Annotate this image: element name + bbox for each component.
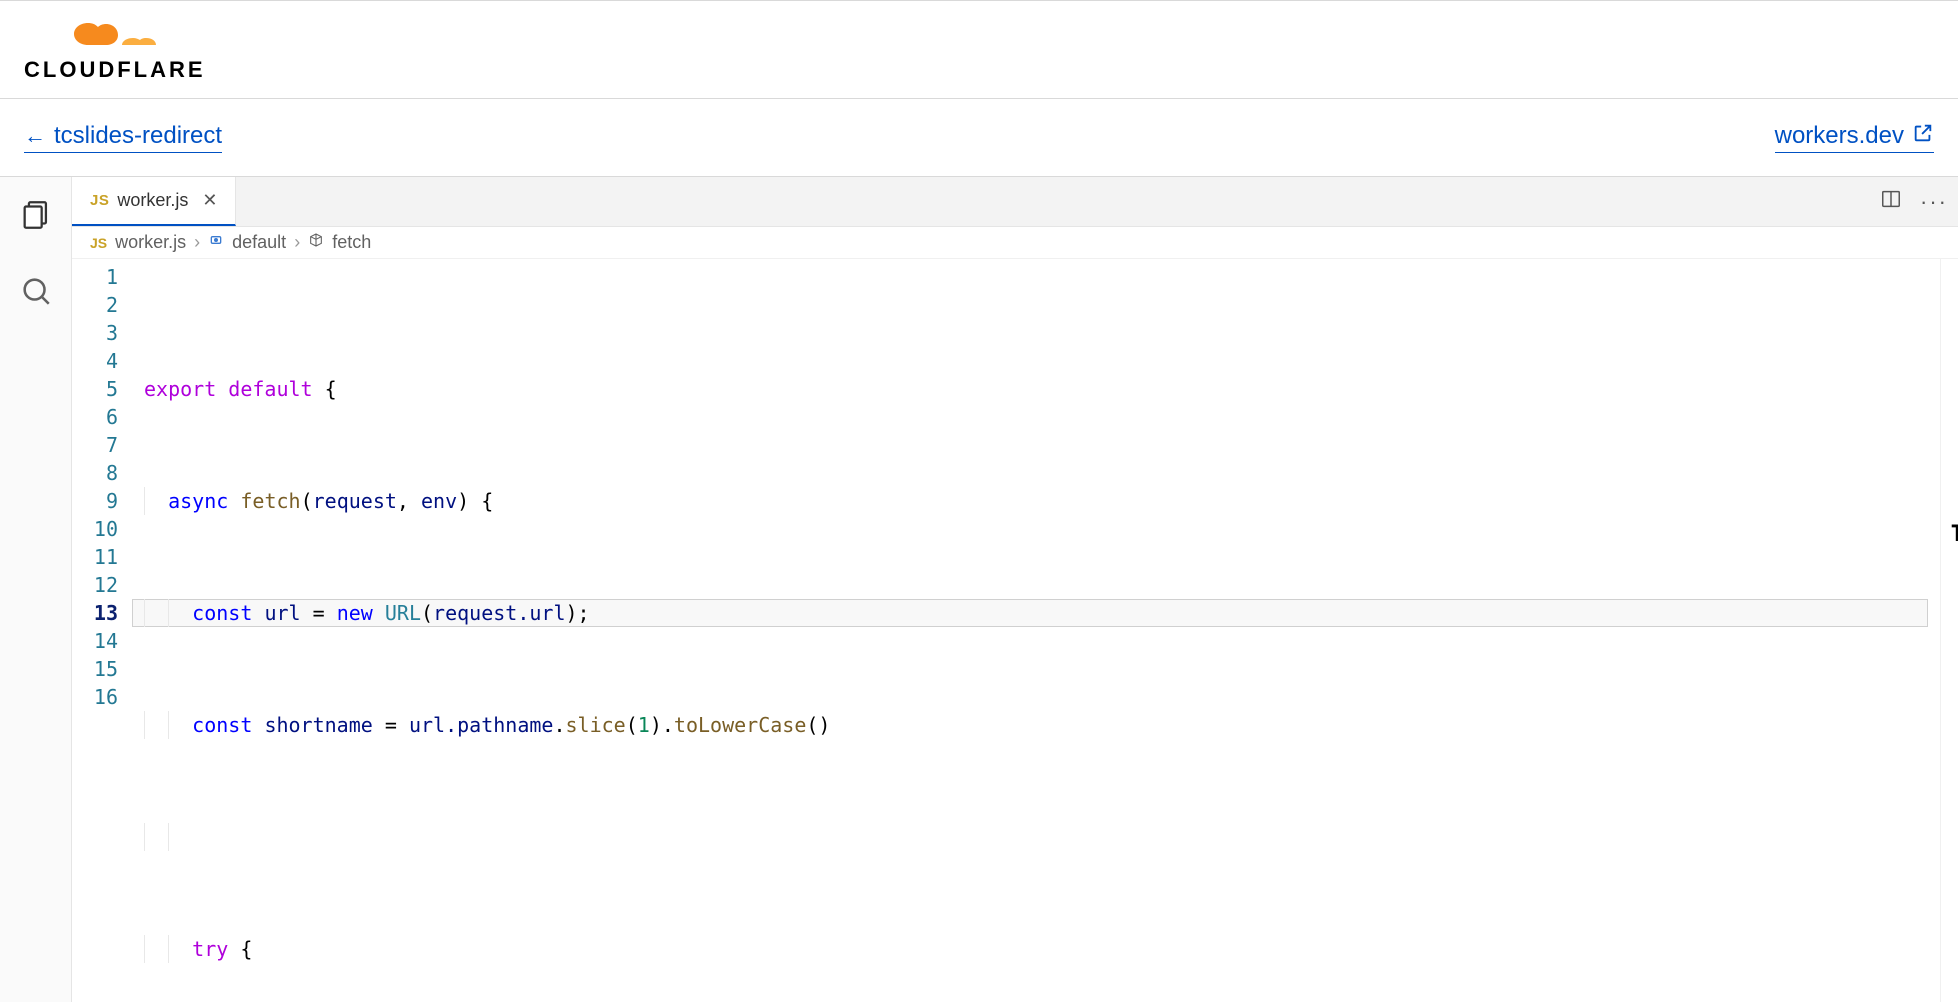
js-badge-icon: JS	[90, 235, 107, 251]
crumb-file: worker.js	[115, 232, 186, 253]
breadcrumb[interactable]: JS worker.js › default › fetch	[72, 227, 1958, 259]
external-link-icon	[1912, 122, 1934, 150]
minimap-marker: T	[1951, 521, 1958, 549]
cloud-icon	[68, 17, 158, 53]
editor-area: JS worker.js ✕ ··· JS worker.js ›	[72, 177, 1958, 1002]
tab-filename: worker.js	[117, 190, 188, 211]
code-body[interactable]: export default { async fetch(request, en…	[132, 259, 1940, 1002]
tab-actions: ···	[1880, 177, 1948, 226]
js-badge-icon: JS	[90, 192, 109, 209]
tab-worker-js[interactable]: JS worker.js ✕	[72, 177, 236, 226]
brand-name: CLOUDFLARE	[24, 57, 206, 83]
header: CLOUDFLARE	[0, 1, 1958, 99]
back-link[interactable]: ← tcslides-redirect	[24, 122, 222, 153]
crumb-fetch: fetch	[332, 232, 371, 253]
more-icon[interactable]: ···	[1920, 189, 1948, 215]
minimap[interactable]: T	[1940, 259, 1958, 1002]
line-gutter: 12345678910111213141516	[72, 259, 132, 1002]
search-icon[interactable]	[12, 267, 60, 315]
chevron-right-icon: ›	[294, 232, 300, 253]
tab-bar: JS worker.js ✕ ···	[72, 177, 1958, 227]
workers-dev-link[interactable]: workers.dev	[1775, 122, 1934, 153]
code-editor[interactable]: 12345678910111213141516 export default {…	[72, 259, 1958, 1002]
project-bar: ← tcslides-redirect workers.dev	[0, 99, 1958, 177]
arrow-left-icon: ←	[24, 123, 46, 149]
files-icon[interactable]	[12, 191, 60, 239]
split-editor-icon[interactable]	[1880, 188, 1902, 215]
project-name: tcslides-redirect	[54, 122, 222, 150]
cloudflare-logo[interactable]: CLOUDFLARE	[24, 17, 206, 83]
close-icon[interactable]: ✕	[202, 190, 217, 211]
workers-dev-label: workers.dev	[1775, 122, 1904, 150]
editor-main: JS worker.js ✕ ··· JS worker.js ›	[0, 177, 1958, 1002]
module-icon	[208, 232, 224, 253]
crumb-default: default	[232, 232, 286, 253]
chevron-right-icon: ›	[194, 232, 200, 253]
cube-icon	[308, 232, 324, 253]
activity-bar	[0, 177, 72, 1002]
